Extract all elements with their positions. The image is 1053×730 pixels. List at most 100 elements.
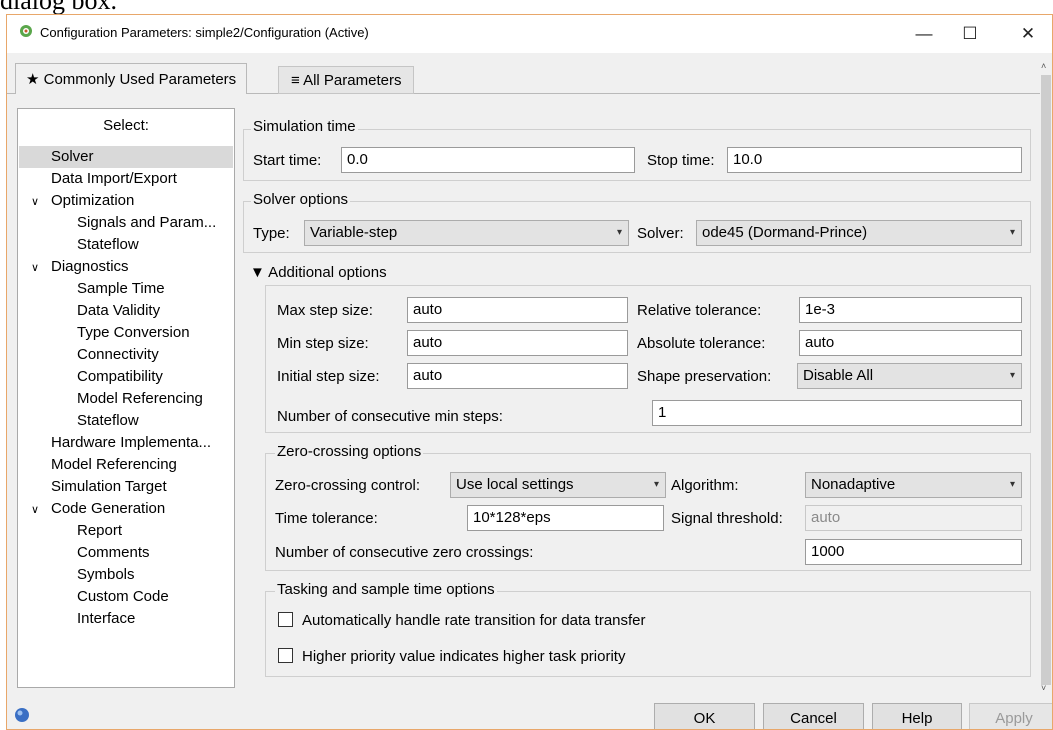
sidebar-item-sample-time[interactable]: Sample Time	[19, 278, 233, 300]
chevron-down-icon: ▾	[653, 479, 659, 490]
relative-tolerance-label: Relative tolerance:	[637, 302, 762, 319]
solver-dropdown-value: ode45 (Dormand-Prince)	[702, 224, 868, 241]
minimize-button[interactable]: —	[903, 15, 945, 53]
apply-button: Apply	[969, 703, 1052, 729]
sidebar-item-label: Interface	[77, 610, 136, 627]
title-bar: Configuration Parameters: simple2/Config…	[7, 15, 1052, 53]
sidebar-item-label: Connectivity	[77, 346, 159, 363]
sidebar-item-optimization[interactable]: ∨ Optimization	[19, 190, 233, 212]
absolute-tolerance-label: Absolute tolerance:	[637, 335, 766, 352]
sidebar-item-label: Signals and Param...	[77, 214, 217, 231]
chevron-down-icon: ▾	[1009, 227, 1015, 238]
sidebar-item-data-validity[interactable]: Data Validity	[19, 300, 233, 322]
tab-commonly-used-parameters[interactable]: ★ Commonly Used Parameters	[15, 63, 248, 94]
sidebar-item-connectivity[interactable]: Connectivity	[19, 344, 233, 366]
start-time-input[interactable]: 0.0	[341, 147, 635, 173]
zero-crossing-control-label: Zero-crossing control:	[275, 477, 421, 494]
category-tree: Select: Solver Data Import/Export ∨ Optimiz…	[17, 108, 235, 688]
chevron-down-icon[interactable]: ∨	[31, 191, 45, 213]
type-label: Type:	[253, 225, 290, 242]
sidebar-item-label: Compatibility	[77, 368, 163, 385]
sidebar-item-report[interactable]: Report	[19, 520, 233, 542]
sidebar-item-label: Model Referencing	[51, 456, 177, 473]
gear-icon	[20, 25, 32, 37]
chevron-down-icon: ▾	[616, 227, 622, 238]
sidebar-item-custom-code[interactable]: Custom Code	[19, 586, 233, 608]
higher-priority-label[interactable]: Higher priority value indicates higher t…	[302, 648, 625, 665]
help-button[interactable]: Help	[872, 703, 962, 729]
sidebar-item-label: Solver	[51, 148, 94, 165]
zero-crossing-control-value: Use local settings	[456, 476, 574, 493]
tab-all-parameters[interactable]: ≡ All Parameters	[278, 66, 415, 94]
additional-options-toggle[interactable]: ▼ Additional options	[250, 264, 387, 281]
stop-time-input[interactable]: 10.0	[727, 147, 1022, 173]
chevron-down-icon[interactable]: ∨	[31, 499, 45, 521]
sidebar-item-label: Code Generation	[51, 500, 166, 517]
sidebar-item-label: Hardware Implementa...	[51, 434, 212, 451]
sidebar-item-simulation-target[interactable]: Simulation Target	[19, 476, 233, 498]
sidebar-item-model-referencing[interactable]: Model Referencing	[19, 454, 233, 476]
algorithm-dropdown[interactable]: Nonadaptive ▾	[805, 472, 1022, 498]
sidebar-item-signals-and-param[interactable]: Signals and Param...	[19, 212, 233, 234]
sidebar-item-model-referencing[interactable]: Model Referencing	[19, 388, 233, 410]
maximize-button[interactable]: ☐	[949, 15, 991, 53]
auto-rate-transition-label[interactable]: Automatically handle rate transition for…	[302, 612, 646, 629]
sidebar-item-label: Report	[77, 522, 123, 539]
sidebar-item-label: Sample Time	[77, 280, 165, 297]
sidebar-item-type-conversion[interactable]: Type Conversion	[19, 322, 233, 344]
sidebar-item-label: Custom Code	[77, 588, 169, 605]
initial-step-input[interactable]: auto	[407, 363, 628, 389]
solver-dropdown[interactable]: ode45 (Dormand-Prince) ▾	[696, 220, 1022, 246]
consecutive-zero-crossings-input[interactable]: 1000	[805, 539, 1022, 565]
ok-button[interactable]: OK	[654, 703, 755, 729]
max-step-input[interactable]: auto	[407, 297, 628, 323]
help-circle-icon[interactable]	[14, 707, 30, 723]
stop-time-label: Stop time:	[647, 152, 715, 169]
scroll-up-icon[interactable]: ˄	[1041, 61, 1046, 71]
min-step-input[interactable]: auto	[407, 330, 628, 356]
relative-tolerance-input[interactable]: 1e-3	[799, 297, 1022, 323]
sidebar-item-label: Data Import/Export	[51, 170, 177, 187]
initial-step-label: Initial step size:	[277, 368, 380, 385]
sidebar-item-solver[interactable]: Solver	[19, 146, 233, 168]
sidebar-item-label: Simulation Target	[51, 478, 167, 495]
chevron-down-icon[interactable]: ∨	[31, 257, 45, 279]
sidebar-item-label: Data Validity	[77, 302, 161, 319]
zero-crossing-control-dropdown[interactable]: Use local settings ▾	[450, 472, 666, 498]
time-tolerance-input[interactable]: 10*128*eps	[467, 505, 664, 531]
sidebar-item-diagnostics[interactable]: ∨ Diagnostics	[19, 256, 233, 278]
scrollbar-thumb[interactable]	[1041, 75, 1051, 685]
auto-rate-transition-checkbox[interactable]	[278, 612, 293, 627]
close-button[interactable]: ✕	[1007, 15, 1049, 53]
zero-crossing-title: Zero-crossing options	[275, 443, 424, 460]
sidebar-item-stateflow[interactable]: Stateflow	[19, 234, 233, 256]
higher-priority-checkbox[interactable]	[278, 648, 293, 663]
shape-preservation-dropdown[interactable]: Disable All ▾	[797, 363, 1022, 389]
sidebar-item-label: Model Referencing	[77, 390, 203, 407]
consecutive-min-steps-input[interactable]: 1	[652, 400, 1022, 426]
tasking-title: Tasking and sample time options	[275, 581, 497, 598]
scroll-down-icon[interactable]: ˅	[1041, 683, 1046, 693]
vertical-scrollbar[interactable]: ˄ ˅	[1040, 53, 1052, 693]
sidebar-item-label: Comments	[77, 544, 150, 561]
type-dropdown-value: Variable-step	[310, 224, 398, 241]
sidebar-item-symbols[interactable]: Symbols	[19, 564, 233, 586]
sidebar-item-data-import-export[interactable]: Data Import/Export	[19, 168, 233, 190]
type-dropdown[interactable]: Variable-step ▾	[304, 220, 629, 246]
absolute-tolerance-input[interactable]: auto	[799, 330, 1022, 356]
tree-header: Select:	[103, 117, 149, 134]
window-title: Configuration Parameters: simple2/Config…	[40, 25, 369, 40]
max-step-label: Max step size:	[277, 302, 373, 319]
sidebar-item-comments[interactable]: Comments	[19, 542, 233, 564]
sidebar-item-compatibility[interactable]: Compatibility	[19, 366, 233, 388]
shape-preservation-value: Disable All	[803, 367, 874, 384]
shape-preservation-label: Shape preservation:	[637, 368, 772, 385]
sidebar-item-hardware-implementa[interactable]: Hardware Implementa...	[19, 432, 233, 454]
solver-label: Solver:	[637, 225, 684, 242]
sidebar-item-label: Optimization	[51, 192, 135, 209]
sidebar-item-code-generation[interactable]: ∨ Code Generation	[19, 498, 233, 520]
cancel-button[interactable]: Cancel	[763, 703, 864, 729]
sidebar-item-stateflow[interactable]: Stateflow	[19, 410, 233, 432]
sidebar-item-interface[interactable]: Interface	[19, 608, 233, 630]
sidebar-item-label: Stateflow	[77, 412, 139, 429]
